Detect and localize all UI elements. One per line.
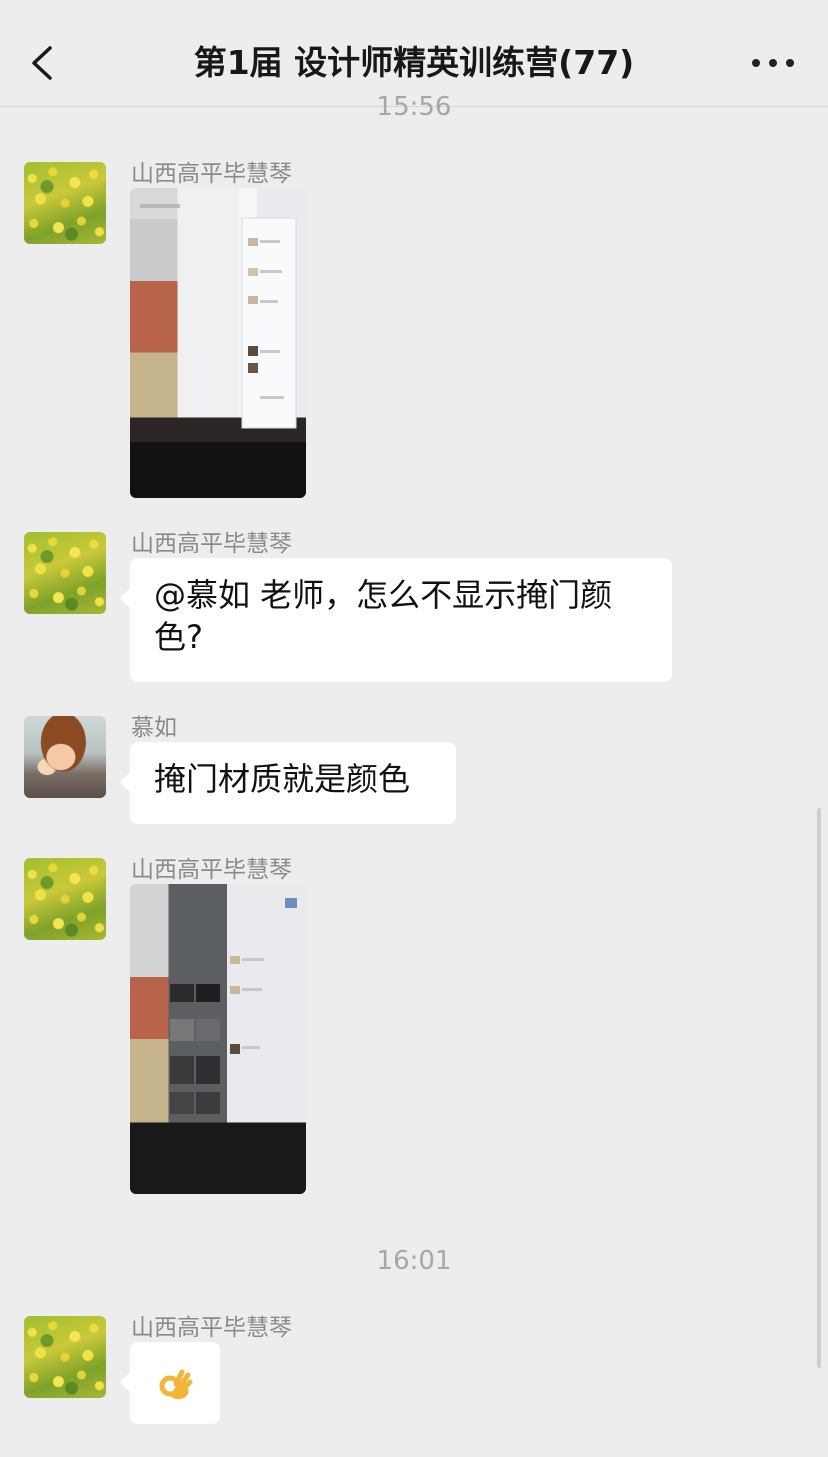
message-bubble[interactable] [120, 1342, 220, 1424]
message-text: 掩门材质就是颜色 [154, 760, 411, 798]
more-dots-icon [752, 59, 760, 67]
avatar[interactable] [24, 716, 106, 798]
avatar[interactable] [24, 1316, 106, 1398]
scrollbar-thumb[interactable] [817, 808, 821, 1368]
sender-name: 山西高平毕慧琴 [131, 857, 292, 883]
chat-header: 第1届 设计师精英训练营(77) [0, 0, 828, 107]
timestamp: 16:01 [376, 1246, 452, 1276]
avatar[interactable] [24, 532, 106, 614]
avatar[interactable] [24, 162, 106, 244]
avatar[interactable] [24, 858, 106, 940]
more-dot [786, 59, 794, 67]
more-dot [769, 59, 777, 67]
message-text-line: @慕如 老师，怎么不显示掩门颜 [154, 576, 613, 614]
timestamp: 15:56 [376, 92, 452, 122]
message-text-line: 色? [154, 618, 203, 656]
back-button[interactable] [22, 40, 66, 86]
message-bubble[interactable]: @慕如 老师，怎么不显示掩门颜 色? [120, 558, 672, 682]
message-bubble[interactable]: 掩门材质就是颜色 [120, 742, 456, 824]
photo-detail [170, 898, 297, 1114]
sender-name: 山西高平毕慧琴 [131, 1315, 292, 1341]
sender-name: 山西高平毕慧琴 [131, 161, 292, 187]
image-message[interactable] [130, 884, 306, 1194]
sender-name: 慕如 [131, 715, 177, 741]
chat-title: 第1届 设计师精英训练营(77) [193, 43, 635, 82]
image-message[interactable] [130, 188, 306, 498]
photo-detail [140, 204, 297, 429]
more-button[interactable] [748, 50, 798, 76]
sender-name: 山西高平毕慧琴 [131, 531, 292, 557]
chevron-left-icon [32, 46, 52, 80]
ok-hand-emoji [159, 1369, 193, 1400]
